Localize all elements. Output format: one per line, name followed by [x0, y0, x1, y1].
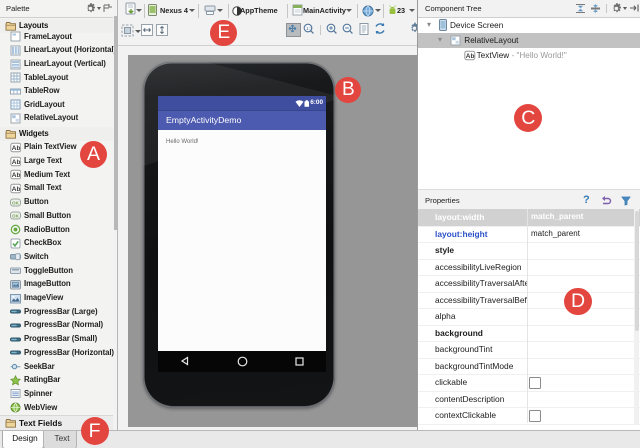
svg-text:1:1: 1:1 — [306, 26, 313, 31]
svg-text:Ab: Ab — [12, 186, 21, 193]
svg-text:OK: OK — [12, 200, 20, 205]
svg-text:Ab: Ab — [12, 145, 21, 152]
svg-text:Ab: Ab — [12, 172, 21, 179]
svg-text:Ab: Ab — [466, 53, 475, 60]
svg-text:OK: OK — [12, 214, 20, 219]
svg-text:Ab: Ab — [12, 159, 21, 166]
